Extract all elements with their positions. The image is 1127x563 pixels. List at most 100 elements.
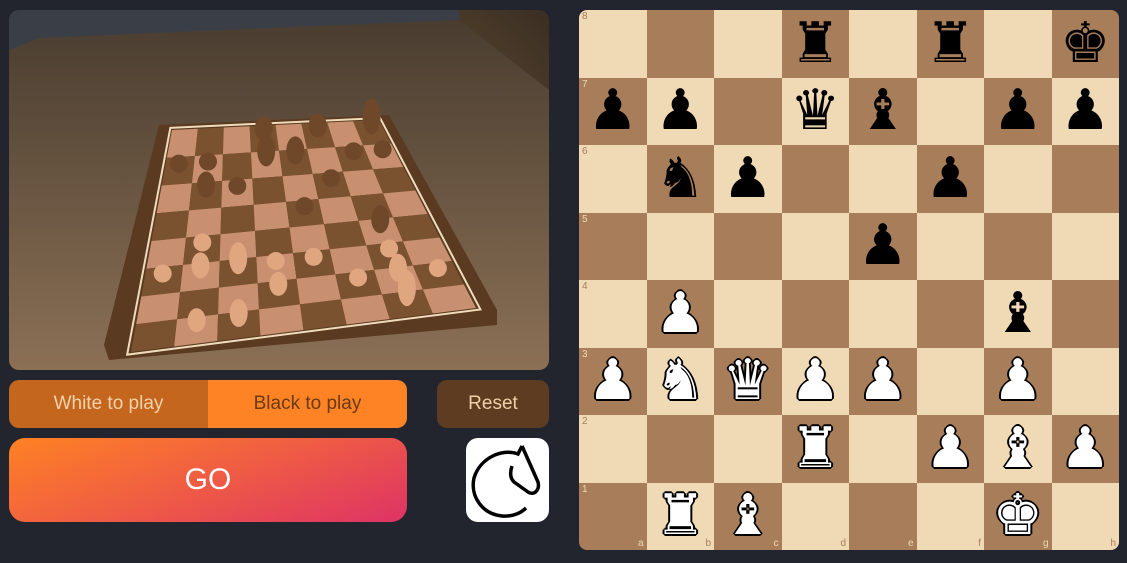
square-f6[interactable]: ♟	[916, 145, 984, 213]
white-rook-icon[interactable]: ♜	[790, 420, 840, 477]
square-c1[interactable]: c ♝	[714, 482, 782, 550]
white-bishop-icon[interactable]: ♝	[993, 420, 1043, 477]
square-e1[interactable]: e	[849, 482, 917, 550]
white-king-icon[interactable]: ♚	[993, 488, 1043, 544]
square-g1[interactable]: g ♚	[984, 482, 1052, 550]
square-c8[interactable]	[714, 10, 782, 78]
side-to-play-toggle[interactable]: White to play Black to play	[9, 380, 407, 428]
square-f8[interactable]: ♜	[916, 10, 984, 78]
chess-board[interactable]: 8 ♜ ♜ ♚ 7 ♟ ♟ ♛ ♝ ♟ ♟ 6 ♞ ♟ ♟ 5 ♟ 4 ♟ ♝ 3 ♟ ♞ ♛ ♟ ♟ ♟ 2 ♜ ♟ ♝ ♟ 1 a b ♜ c ♝ d e…	[579, 10, 1119, 550]
square-e7[interactable]: ♝	[849, 77, 917, 145]
square-g4[interactable]: ♝	[984, 280, 1052, 348]
black-pawn-icon[interactable]: ♟	[993, 83, 1043, 139]
white-pawn-icon[interactable]: ♟	[858, 353, 908, 409]
black-queen-icon[interactable]: ♛	[790, 83, 840, 139]
square-e4[interactable]	[849, 280, 917, 348]
square-d4[interactable]	[781, 280, 849, 348]
black-to-play-button[interactable]: Black to play	[208, 380, 407, 428]
white-pawn-icon[interactable]: ♟	[925, 420, 975, 477]
square-a3[interactable]: 3 ♟	[579, 347, 647, 415]
square-d1[interactable]: d	[781, 482, 849, 550]
square-a6[interactable]: 6	[579, 145, 647, 213]
black-bishop-icon[interactable]: ♝	[858, 83, 908, 139]
square-e6[interactable]	[849, 145, 917, 213]
black-pawn-icon[interactable]: ♟	[925, 150, 975, 207]
square-f3[interactable]	[916, 347, 984, 415]
square-b4[interactable]: ♟	[646, 280, 714, 348]
square-g2[interactable]: ♝	[984, 415, 1052, 483]
square-d6[interactable]	[781, 145, 849, 213]
black-pawn-icon[interactable]: ♟	[1060, 83, 1110, 139]
white-pawn-icon[interactable]: ♟	[655, 285, 705, 342]
square-a7[interactable]: 7 ♟	[579, 77, 647, 145]
square-c4[interactable]	[714, 280, 782, 348]
square-a2[interactable]: 2	[579, 415, 647, 483]
square-f5[interactable]	[916, 212, 984, 280]
black-rook-icon[interactable]: ♜	[925, 15, 975, 72]
square-c2[interactable]	[714, 415, 782, 483]
white-knight-icon[interactable]: ♞	[655, 353, 705, 409]
black-pawn-icon[interactable]: ♟	[655, 83, 705, 139]
square-h1[interactable]: h	[1051, 482, 1119, 550]
lichess-logo[interactable]	[466, 438, 549, 522]
square-d8[interactable]: ♜	[781, 10, 849, 78]
square-b5[interactable]	[646, 212, 714, 280]
square-d2[interactable]: ♜	[781, 415, 849, 483]
square-b6[interactable]: ♞	[646, 145, 714, 213]
3d-piece	[286, 136, 305, 165]
square-a8[interactable]: 8	[579, 10, 647, 78]
square-h4[interactable]	[1051, 280, 1119, 348]
white-pawn-icon[interactable]: ♟	[790, 353, 840, 409]
square-h7[interactable]: ♟	[1051, 77, 1119, 145]
square-g8[interactable]	[984, 10, 1052, 78]
square-b3[interactable]: ♞	[646, 347, 714, 415]
square-g7[interactable]: ♟	[984, 77, 1052, 145]
square-h8[interactable]: ♚	[1051, 10, 1119, 78]
square-b1[interactable]: b ♜	[646, 482, 714, 550]
square-h3[interactable]	[1051, 347, 1119, 415]
square-g3[interactable]: ♟	[984, 347, 1052, 415]
square-b2[interactable]	[646, 415, 714, 483]
white-bishop-icon[interactable]: ♝	[723, 488, 773, 544]
black-bishop-icon[interactable]: ♝	[993, 285, 1043, 342]
square-d3[interactable]: ♟	[781, 347, 849, 415]
square-c3[interactable]: ♛	[714, 347, 782, 415]
square-c5[interactable]	[714, 212, 782, 280]
square-a4[interactable]: 4	[579, 280, 647, 348]
white-to-play-button[interactable]: White to play	[9, 380, 208, 428]
go-button[interactable]: GO	[9, 438, 407, 522]
square-g6[interactable]	[984, 145, 1052, 213]
black-knight-icon[interactable]: ♞	[655, 150, 705, 207]
white-pawn-icon[interactable]: ♟	[993, 353, 1043, 409]
square-c6[interactable]: ♟	[714, 145, 782, 213]
square-b8[interactable]	[646, 10, 714, 78]
square-e3[interactable]: ♟	[849, 347, 917, 415]
square-d7[interactable]: ♛	[781, 77, 849, 145]
square-d5[interactable]	[781, 212, 849, 280]
square-c7[interactable]	[714, 77, 782, 145]
white-pawn-icon[interactable]: ♟	[1060, 420, 1110, 477]
black-rook-icon[interactable]: ♜	[790, 15, 840, 72]
black-king-icon[interactable]: ♚	[1060, 15, 1110, 72]
square-f1[interactable]: f	[916, 482, 984, 550]
square-b7[interactable]: ♟	[646, 77, 714, 145]
square-h6[interactable]	[1051, 145, 1119, 213]
white-queen-icon[interactable]: ♛	[723, 353, 773, 409]
square-f2[interactable]: ♟	[916, 415, 984, 483]
square-e8[interactable]	[849, 10, 917, 78]
square-a5[interactable]: 5	[579, 212, 647, 280]
square-g5[interactable]	[984, 212, 1052, 280]
square-h5[interactable]	[1051, 212, 1119, 280]
square-a1[interactable]: 1a	[579, 482, 647, 550]
square-f7[interactable]	[916, 77, 984, 145]
white-pawn-icon[interactable]: ♟	[588, 353, 638, 409]
square-e2[interactable]	[849, 415, 917, 483]
black-pawn-icon[interactable]: ♟	[723, 150, 773, 207]
black-pawn-icon[interactable]: ♟	[858, 218, 908, 274]
square-e5[interactable]: ♟	[849, 212, 917, 280]
white-rook-icon[interactable]: ♜	[655, 488, 705, 544]
square-h2[interactable]: ♟	[1051, 415, 1119, 483]
square-f4[interactable]	[916, 280, 984, 348]
reset-button[interactable]: Reset	[437, 380, 549, 428]
black-pawn-icon[interactable]: ♟	[588, 83, 638, 139]
